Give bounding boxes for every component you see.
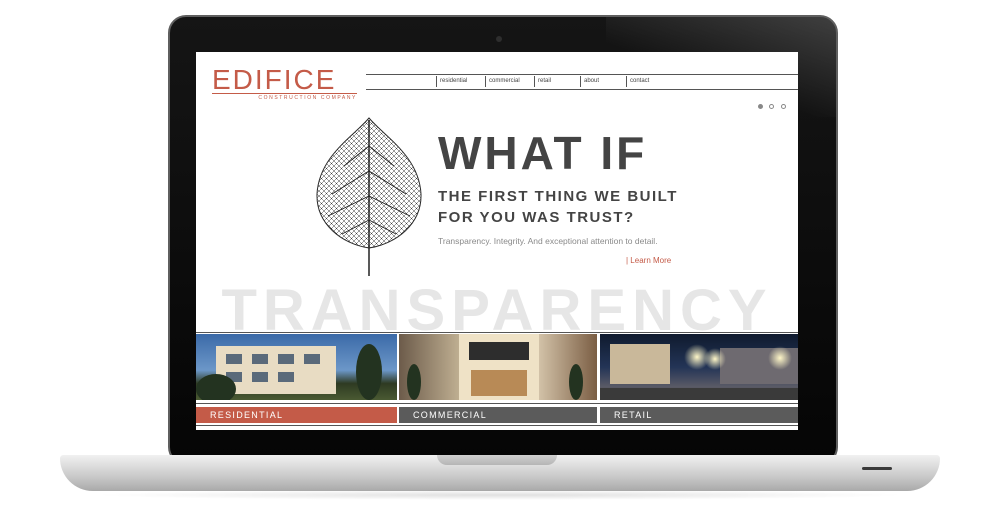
learn-more-link[interactable]: | Learn More xyxy=(626,256,671,265)
tree-light-shape xyxy=(704,348,726,370)
window-shape xyxy=(304,354,320,364)
site-logo[interactable]: EDIFICE CONSTRUCTION COMPANY xyxy=(212,66,357,101)
category-button-retail[interactable]: RETAIL xyxy=(600,407,798,423)
residential-photo[interactable] xyxy=(196,334,397,400)
webcam-icon xyxy=(496,36,502,42)
slider-dot-2[interactable] xyxy=(769,104,775,109)
background-word: TRANSPARENCY xyxy=(221,278,773,343)
logo-name: EDIFICE xyxy=(212,64,337,95)
slider-dots xyxy=(758,96,788,114)
entrance-shape xyxy=(471,370,527,396)
commercial-photo[interactable] xyxy=(399,334,597,400)
nav-item-residential[interactable]: residential xyxy=(436,76,482,87)
building-shape xyxy=(610,344,670,384)
nav-item-about[interactable]: about xyxy=(580,76,624,87)
window-shape xyxy=(278,372,294,382)
tree-light-shape xyxy=(768,346,792,370)
hero-subline-2: FOR YOU WAS TRUST? xyxy=(438,209,635,226)
laptop-shadow xyxy=(90,490,910,500)
nav-item-retail[interactable]: retail xyxy=(534,76,578,87)
tree-shape xyxy=(407,364,421,400)
retail-photo[interactable] xyxy=(600,334,798,400)
hero-headline: WHAT IF xyxy=(438,127,648,179)
base-notch xyxy=(437,455,557,465)
footer-divider xyxy=(196,425,798,426)
category-button-commercial[interactable]: COMMERCIAL xyxy=(399,407,597,423)
hero-subline-1: THE FIRST THING WE BUILT xyxy=(438,188,678,205)
photo-top-divider xyxy=(196,332,798,333)
website-screen: EDIFICE CONSTRUCTION COMPANY residential… xyxy=(196,52,798,430)
leaf-icon xyxy=(316,117,422,276)
window-shape xyxy=(252,354,268,364)
main-nav: residential commercial retail about cont… xyxy=(366,74,798,90)
status-led-icon xyxy=(862,467,892,470)
window-shape xyxy=(226,354,242,364)
nav-item-commercial[interactable]: commercial xyxy=(485,76,531,87)
tree-shape xyxy=(196,374,236,400)
window-shape xyxy=(469,342,529,360)
slider-dot-1[interactable] xyxy=(758,104,763,109)
road-shape xyxy=(600,388,798,400)
slider-dot-3[interactable] xyxy=(780,104,786,109)
nav-item-contact[interactable]: contact xyxy=(626,76,670,87)
laptop-base xyxy=(60,455,940,491)
photo-bottom-divider xyxy=(196,403,798,404)
tree-shape xyxy=(356,344,382,400)
hero-tagline: Transparency. Integrity. And exceptional… xyxy=(438,236,658,246)
window-shape xyxy=(278,354,294,364)
tree-shape xyxy=(569,364,583,400)
window-shape xyxy=(252,372,268,382)
category-button-residential[interactable]: RESIDENTIAL xyxy=(196,407,397,423)
